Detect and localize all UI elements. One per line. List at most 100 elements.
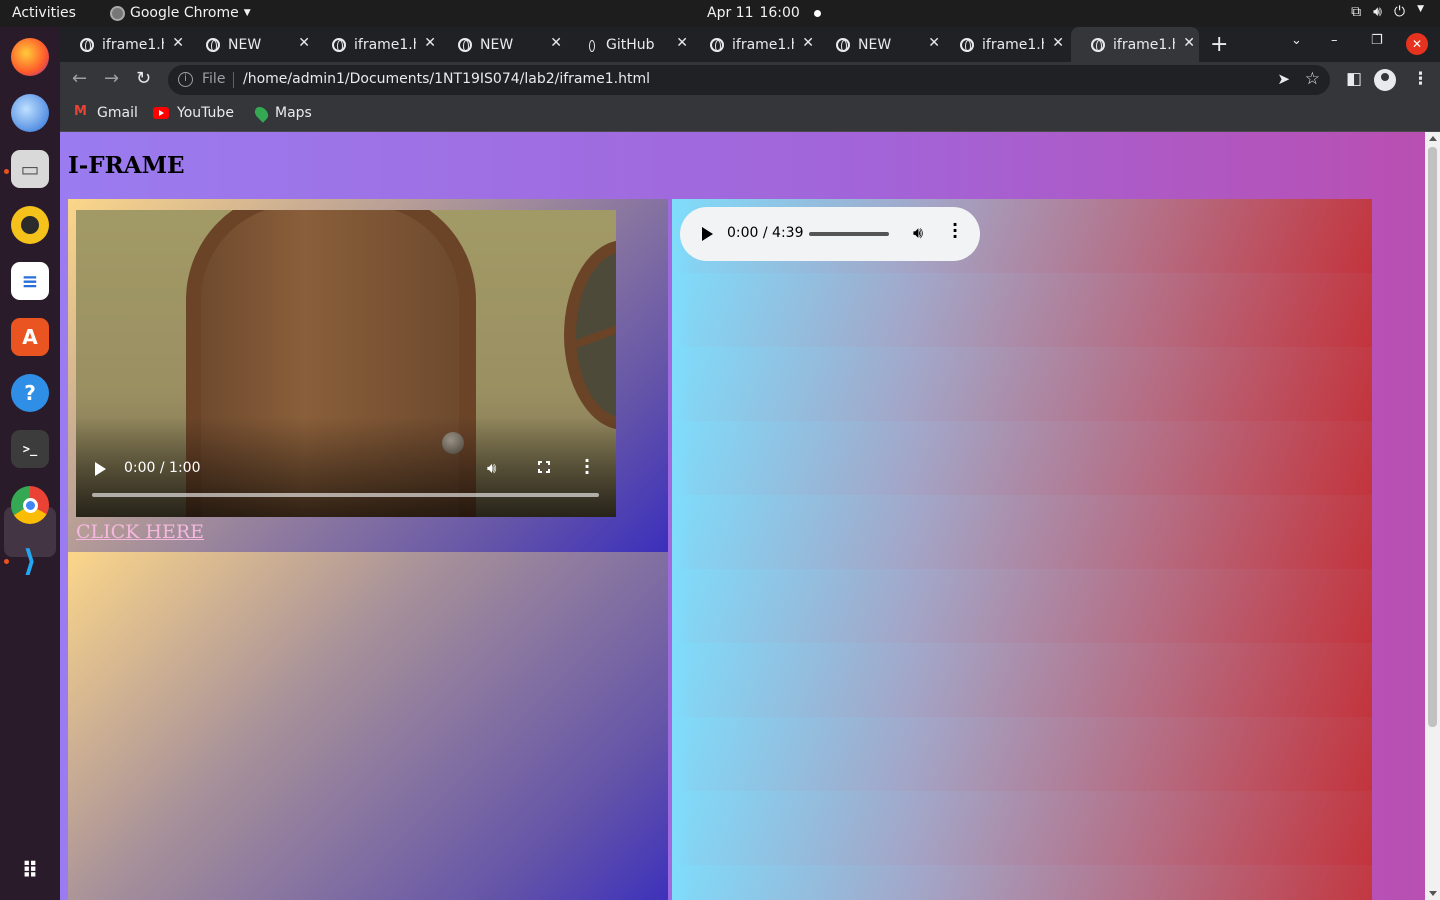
scroll-thumb[interactable] [1428,147,1437,727]
bookmark-label: Gmail [97,105,138,121]
iframe-audio: 0:00 / 4:39 🔊︎ · · · [672,199,1372,900]
minimize-button[interactable]: – [1331,33,1338,48]
activities-button[interactable]: Activities [12,5,76,21]
tab-iframe1-1[interactable]: iframe1.h ✕ [60,27,188,62]
tab-new-2[interactable]: NEW ✕ [438,27,566,62]
writer-icon[interactable]: ≡ [11,262,49,300]
video-volume-icon[interactable]: 🔊︎ [487,459,496,477]
back-button[interactable]: ← [72,68,87,89]
audio-menu-icon[interactable]: · · · [952,217,958,245]
address-bar[interactable]: i File /home/admin1/Documents/1NT19IS074… [168,65,1330,95]
globe-icon [710,37,724,52]
clock-date: Apr 11 [707,5,754,21]
vscode-icon[interactable]: ⟩ [11,542,49,580]
fullscreen-icon[interactable] [537,460,551,474]
tab-title: NEW [228,36,262,53]
send-icon[interactable]: ➤ [1277,70,1290,88]
gmail-icon [74,104,89,119]
dock: ▭ ≡ A ? >_ ⟩ ⠿ [0,27,60,900]
system-top-bar: Activities Google Chrome ▼ Apr 11 16:00 … [0,0,1440,27]
audio-volume-icon[interactable]: 🔊︎ [913,223,923,243]
video-player[interactable]: 0:00 / 1:00 🔊︎ · · · [76,210,616,517]
browser-menu-icon[interactable]: ⋮ [1412,69,1429,89]
tab-iframe1-2[interactable]: iframe1.h ✕ [312,27,440,62]
profile-avatar-icon[interactable] [1374,69,1396,91]
close-icon[interactable]: ✕ [802,35,814,51]
scroll-down-icon[interactable] [1429,891,1437,896]
globe-icon [1091,37,1105,52]
app-menu-label: Google Chrome [130,5,239,21]
tab-title: iframe1.h [1113,36,1175,53]
close-icon[interactable]: ✕ [298,35,310,51]
close-icon[interactable]: ✕ [676,35,688,51]
tab-iframe1-3[interactable]: iframe1.h ✕ [690,27,818,62]
bookmark-youtube[interactable]: YouTube [153,105,234,121]
close-icon[interactable]: ✕ [172,35,184,51]
youtube-icon [153,107,169,119]
bookmark-star-icon[interactable]: ☆ [1305,69,1320,89]
background-band [672,421,1372,495]
globe-icon [332,37,346,52]
bookmarks-bar: Gmail YouTube Maps [60,98,1440,132]
audio-player[interactable]: 0:00 / 4:39 🔊︎ · · · [680,207,980,261]
tab-strip: iframe1.h ✕ NEW ✕ iframe1.h ✕ NEW ✕ GitH… [60,27,1440,62]
background-band [672,865,1372,900]
side-panel-icon[interactable]: ◧ [1346,69,1362,89]
window-close-button[interactable]: ✕ [1406,33,1428,55]
forward-button[interactable]: → [104,68,119,89]
tab-iframe1-active[interactable]: iframe1.h ✕ [1071,27,1199,62]
files-icon[interactable]: ▭ [11,150,49,188]
url-scheme: File [202,71,226,87]
video-menu-icon[interactable]: · · · [584,453,590,481]
tab-search-icon[interactable]: ⌄ [1291,33,1302,48]
background-band [672,273,1372,347]
restore-button[interactable]: ❐ [1371,33,1383,48]
show-apps-icon[interactable]: ⠿ [11,852,49,890]
reload-button[interactable]: ↻ [136,68,151,89]
help-icon[interactable]: ? [11,374,49,412]
firefox-icon[interactable] [11,38,49,76]
tab-title: iframe1.h [732,36,794,53]
audio-progress-bar[interactable] [809,232,889,236]
app-menu[interactable]: Google Chrome ▼ [110,5,251,21]
globe-icon [206,37,220,52]
tab-title: GitHub [606,36,655,53]
close-icon[interactable]: ✕ [424,35,436,51]
chevron-down-icon: ▼ [1417,4,1424,14]
volume-icon: 🔊︎ [1373,4,1382,20]
clock[interactable]: Apr 11 16:00 [707,5,821,21]
rhythmbox-icon[interactable] [11,206,49,244]
background-band [672,495,1372,569]
chrome-icon[interactable] [11,486,49,524]
audio-play-icon[interactable] [702,227,713,241]
close-icon[interactable]: ✕ [1183,35,1195,51]
background-band [672,643,1372,717]
terminal-icon[interactable]: >_ [11,430,49,468]
thunderbird-icon[interactable] [11,94,49,132]
audio-time: 0:00 / 4:39 [727,225,804,241]
close-icon[interactable]: ✕ [550,35,562,51]
info-icon[interactable]: i [178,72,193,87]
tab-new-1[interactable]: NEW ✕ [186,27,314,62]
bookmark-maps[interactable]: Maps [252,103,312,123]
tab-github[interactable]: GitHub ✕ [564,27,692,62]
click-here-link[interactable]: CLICK HERE [76,521,204,543]
scroll-up-icon[interactable] [1429,136,1437,141]
system-tray[interactable]: ⧉ 🔊︎ ⏻ ▼ [1351,4,1424,20]
close-icon[interactable]: ✕ [1052,35,1064,51]
tab-title: iframe1.h [982,36,1044,53]
video-play-icon[interactable] [95,462,106,476]
github-icon [584,37,598,52]
url-text[interactable]: /home/admin1/Documents/1NT19IS074/lab2/i… [243,71,650,87]
close-icon[interactable]: ✕ [928,35,940,51]
notification-dot [813,9,821,17]
tab-new-3[interactable]: NEW ✕ [816,27,944,62]
new-tab-button[interactable]: + [1210,32,1228,57]
bookmark-gmail[interactable]: Gmail [74,104,138,122]
software-icon[interactable]: A [11,318,49,356]
page-scrollbar[interactable] [1425,132,1440,900]
tab-iframe1-4[interactable]: iframe1.h ✕ [940,27,1068,62]
video-progress-bar[interactable] [92,493,599,497]
network-icon: ⧉ [1351,4,1362,20]
running-indicator [4,169,9,174]
